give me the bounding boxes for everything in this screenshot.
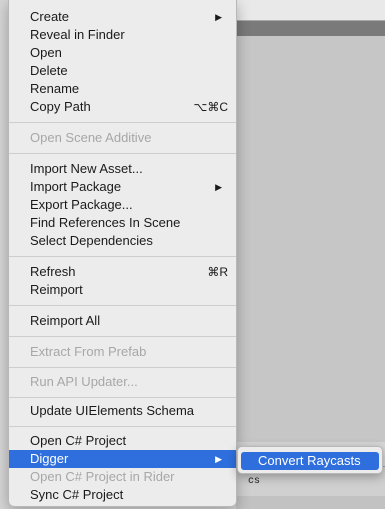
menu-item-import-new-asset[interactable]: Import New Asset... — [9, 160, 236, 178]
menu-separator — [9, 305, 236, 306]
menu-item-label: Refresh — [30, 264, 76, 279]
menu-item-delete[interactable]: Delete — [9, 62, 236, 80]
menu-item-label: Reveal in Finder — [30, 27, 125, 42]
menu-item-label: Export Package... — [30, 197, 133, 212]
menu-item-label: Find References In Scene — [30, 215, 181, 230]
digger-submenu: Convert Raycasts — [237, 446, 383, 474]
menu-separator — [9, 367, 236, 368]
submenu-arrow-icon: ▶ — [215, 12, 222, 22]
menu-item-label: Copy Path — [30, 99, 91, 114]
menu-item-sync-csharp-project[interactable]: Sync C# Project — [9, 486, 236, 504]
menu-item-rename[interactable]: Rename — [9, 80, 236, 98]
submenu-item-label: Convert Raycasts — [258, 453, 361, 468]
menu-item-label: Rename — [30, 81, 80, 96]
background-tab-strip — [236, 0, 385, 21]
menu-separator — [9, 426, 236, 427]
submenu-item-convert-raycasts[interactable]: Convert Raycasts — [241, 452, 379, 470]
menu-item-find-references-in-scene[interactable]: Find References In Scene — [9, 214, 236, 232]
menu-separator — [9, 397, 236, 398]
background-toolbar — [236, 21, 385, 36]
menu-separator — [9, 256, 236, 257]
menu-item-label: Select Dependencies — [30, 233, 153, 248]
refresh-shortcut: ⌘R — [207, 265, 228, 279]
background-bottom-bar — [236, 496, 385, 509]
menu-item-label: Reimport — [30, 282, 83, 297]
menu-item-label: Open C# Project — [30, 433, 127, 448]
menu-item-label: Open — [30, 45, 62, 60]
submenu-arrow-icon: ▶ — [215, 454, 222, 464]
menu-item-label: Delete — [30, 63, 68, 78]
menu-item-open-scene-additive: Open Scene Additive — [9, 129, 236, 147]
menu-item-import-package[interactable]: Import Package ▶ — [9, 178, 236, 196]
menu-item-select-dependencies[interactable]: Select Dependencies — [9, 232, 236, 250]
menu-item-open-csharp-project[interactable]: Open C# Project — [9, 432, 236, 450]
menu-item-reimport-all[interactable]: Reimport All — [9, 312, 236, 330]
menu-item-open[interactable]: Open — [9, 44, 236, 62]
menu-item-update-uielements-schema[interactable]: Update UIElements Schema — [9, 402, 236, 420]
background-status-text: cs — [248, 476, 261, 487]
menu-item-digger[interactable]: Digger ▶ — [9, 450, 236, 468]
menu-item-extract-from-prefab: Extract From Prefab — [9, 343, 236, 361]
menu-item-label: Run API Updater... — [30, 374, 138, 389]
menu-item-label: Extract From Prefab — [30, 344, 147, 359]
menu-item-reveal-in-finder[interactable]: Reveal in Finder — [9, 26, 236, 44]
menu-separator — [9, 153, 236, 154]
menu-item-export-package[interactable]: Export Package... — [9, 196, 236, 214]
menu-item-run-api-updater: Run API Updater... — [9, 373, 236, 391]
menu-item-label: Create — [30, 9, 70, 24]
background-project-panel — [236, 36, 385, 442]
menu-item-label: Digger — [30, 451, 69, 466]
menu-item-label: Open C# Project in Rider — [30, 469, 175, 484]
menu-item-label: Import New Asset... — [30, 161, 143, 176]
menu-item-label: Open Scene Additive — [30, 130, 152, 145]
menu-item-create[interactable]: Create ▶ — [9, 8, 236, 26]
menu-item-label: Update UIElements Schema — [30, 403, 195, 418]
menu-item-reimport[interactable]: Reimport — [9, 281, 236, 299]
menu-item-label: Import Package — [30, 179, 122, 194]
copy-path-shortcut: ⌥⌘C — [193, 100, 229, 114]
context-menu: Create ▶ Reveal in Finder Open Delete Re… — [8, 0, 237, 507]
menu-item-refresh[interactable]: Refresh ⌘R — [9, 263, 236, 281]
menu-item-copy-path[interactable]: Copy Path ⌥⌘C — [9, 98, 236, 116]
submenu-arrow-icon: ▶ — [215, 182, 222, 192]
menu-separator — [9, 336, 236, 337]
menu-separator — [9, 122, 236, 123]
menu-item-label: Sync C# Project — [30, 487, 124, 502]
menu-item-open-csharp-project-in-rider: Open C# Project in Rider — [9, 468, 236, 486]
menu-item-label: Reimport All — [30, 313, 101, 328]
